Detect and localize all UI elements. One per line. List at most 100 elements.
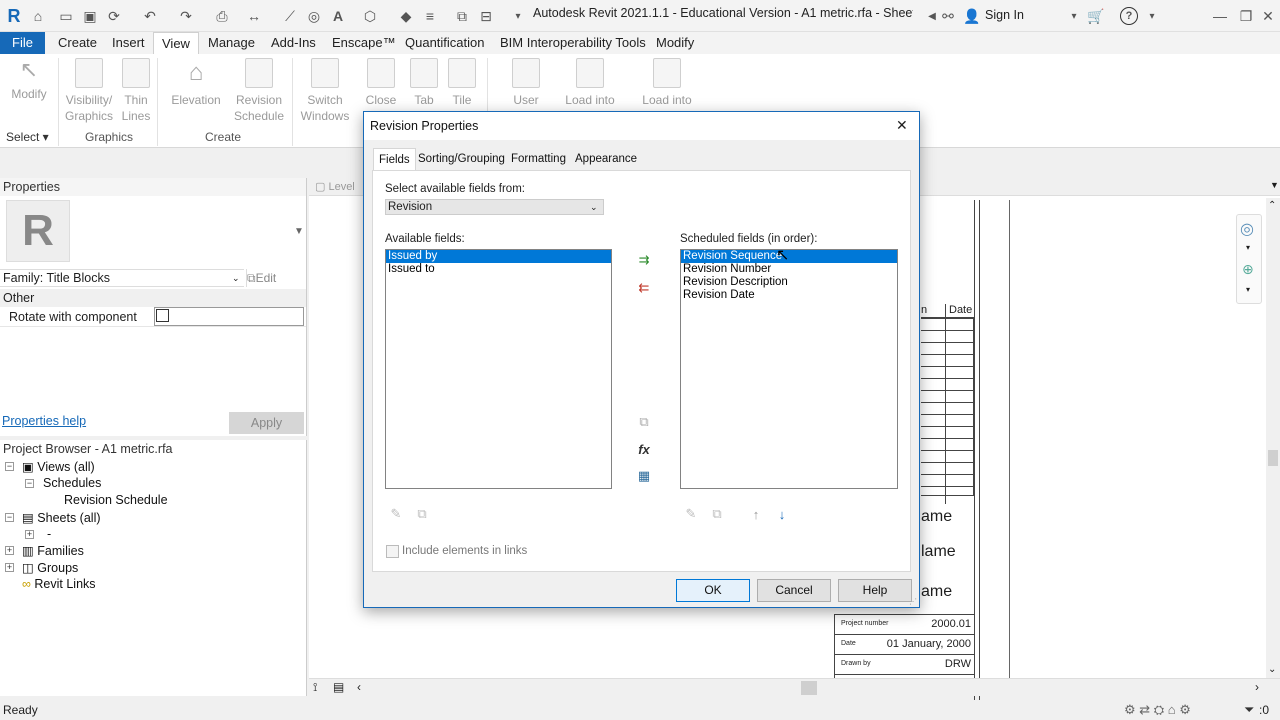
scroll-left-icon[interactable]: ‹ bbox=[357, 680, 361, 694]
remove-field-icon[interactable]: ⇇ bbox=[635, 279, 653, 297]
thin-lines-icon[interactable]: ≡ bbox=[420, 6, 440, 26]
tab-add-ins[interactable]: Add-Ins bbox=[263, 32, 324, 54]
family-selector[interactable]: Family: Title Blocks ⌄ bbox=[0, 269, 244, 287]
load-into-close-button[interactable]: Load into bbox=[636, 54, 698, 108]
delete-scheduled-icon[interactable]: ⧉ bbox=[708, 505, 726, 523]
tab-modify[interactable]: Modify bbox=[648, 32, 702, 54]
scroll-down-icon[interactable]: ⌄ bbox=[1268, 664, 1276, 675]
tag-icon[interactable]: ◎ bbox=[304, 6, 324, 26]
print-icon[interactable]: ⎙ bbox=[212, 6, 232, 26]
vertical-scroll-thumb[interactable] bbox=[1268, 450, 1278, 466]
binoculars-icon[interactable]: ⚯ bbox=[938, 6, 958, 26]
dialog-close-icon[interactable]: ✕ bbox=[896, 117, 908, 134]
tab-appearance[interactable]: Appearance bbox=[570, 148, 642, 170]
switch-windows-button[interactable]: Switch Windows bbox=[298, 54, 352, 124]
select-panel-label[interactable]: Select ▾ bbox=[6, 130, 49, 144]
rotate-with-component-checkbox[interactable] bbox=[156, 309, 169, 322]
list-item[interactable]: Revision Description bbox=[681, 276, 897, 289]
visibility-graphics-button[interactable]: Visibility/ Graphics bbox=[62, 54, 116, 124]
tab-file[interactable]: File bbox=[0, 32, 45, 54]
tree-item-schedules[interactable]: Schedules bbox=[43, 476, 101, 490]
open-icon[interactable]: ▭ bbox=[56, 6, 76, 26]
restore-icon[interactable]: ❐ bbox=[1236, 6, 1256, 26]
tab-formatting[interactable]: Formatting bbox=[506, 148, 571, 170]
tab-fields[interactable]: Fields bbox=[373, 148, 416, 172]
switch-windows-icon[interactable]: ⊟ bbox=[476, 6, 496, 26]
tab-views-button[interactable]: Tab bbox=[406, 54, 442, 108]
expander-families[interactable]: + bbox=[5, 546, 14, 555]
type-selector-dropdown-icon[interactable]: ▼ bbox=[294, 226, 304, 237]
close-hidden-icon[interactable]: ⧉ bbox=[452, 6, 472, 26]
help-icon[interactable]: ? bbox=[1120, 7, 1138, 25]
vertical-scrollbar[interactable]: ⌃ ⌄ bbox=[1266, 198, 1280, 678]
include-links-checkbox[interactable] bbox=[386, 545, 399, 558]
wheel-dropdown-icon[interactable]: ▾ bbox=[1246, 243, 1250, 252]
move-up-icon[interactable]: ↑ bbox=[747, 505, 765, 523]
sign-in-dropdown-icon[interactable]: ▾ bbox=[1064, 6, 1084, 26]
tab-view[interactable]: View bbox=[153, 32, 199, 54]
elevation-button[interactable]: ⌂ Elevation bbox=[168, 54, 224, 108]
list-item[interactable]: Issued by bbox=[386, 250, 611, 263]
edit-type-button[interactable]: ⧉Edit Type bbox=[246, 269, 304, 303]
user-icon[interactable]: 👤 bbox=[962, 6, 982, 26]
delete-parameter-icon[interactable]: ⧉ bbox=[413, 505, 431, 523]
combine-parameters-icon[interactable]: ▦ bbox=[635, 467, 653, 485]
expander-views[interactable]: − bbox=[5, 462, 14, 471]
sign-in-link[interactable]: Sign In bbox=[985, 8, 1024, 22]
tab-enscape[interactable]: Enscape™ bbox=[324, 32, 404, 54]
user-interface-button[interactable]: User bbox=[504, 54, 548, 108]
redo-icon[interactable]: ↷ bbox=[176, 6, 196, 26]
ok-button[interactable]: OK bbox=[676, 579, 750, 602]
tree-item-groups[interactable]: ◫ Groups bbox=[22, 560, 78, 575]
status-tools-icon[interactable]: ⚙ ⇄ ⛭ ⌂ ⚙ bbox=[1124, 700, 1191, 720]
scroll-right-icon[interactable]: › bbox=[1255, 680, 1259, 694]
expander-sheet-item[interactable]: + bbox=[25, 530, 34, 539]
help-dropdown-icon[interactable]: ▾ bbox=[1142, 6, 1162, 26]
tree-item-views[interactable]: ▣ Views (all) bbox=[22, 459, 95, 474]
undo-icon[interactable]: ↶ bbox=[140, 6, 160, 26]
tile-views-button[interactable]: Tile bbox=[444, 54, 480, 108]
save-icon[interactable]: ▣ bbox=[80, 6, 100, 26]
home-icon[interactable]: ⌂ bbox=[28, 6, 48, 26]
horizontal-scroll-thumb[interactable] bbox=[801, 681, 817, 695]
view-tab-dropdown-icon[interactable]: ▼ bbox=[1270, 180, 1279, 190]
tree-item-revision-schedule[interactable]: Revision Schedule bbox=[64, 493, 168, 507]
revit-logo-icon[interactable]: R bbox=[4, 6, 24, 26]
view-control-icon-2[interactable]: ▤ bbox=[333, 680, 344, 694]
apply-button[interactable]: Apply bbox=[229, 412, 304, 434]
expander-groups[interactable]: + bbox=[5, 563, 14, 572]
tree-item-sheet[interactable]: - bbox=[47, 527, 51, 541]
steering-wheel-icon[interactable]: ◎ bbox=[1240, 219, 1254, 239]
view-tab[interactable]: ▢ Level bbox=[315, 180, 355, 193]
section-icon[interactable]: ◆ bbox=[396, 6, 416, 26]
tree-item-families[interactable]: ▥ Families bbox=[22, 543, 84, 558]
load-into-project-button[interactable]: Load into bbox=[560, 54, 620, 108]
tab-sorting-grouping[interactable]: Sorting/Grouping bbox=[413, 148, 510, 170]
edit-scheduled-icon[interactable]: ✎ bbox=[682, 505, 700, 523]
close-window-icon[interactable]: ✕ bbox=[1258, 6, 1278, 26]
help-button[interactable]: Help bbox=[838, 579, 912, 602]
filter-icon[interactable]: ⏷ bbox=[1244, 700, 1254, 720]
tree-item-sheets[interactable]: ▤ Sheets (all) bbox=[22, 510, 101, 525]
tree-item-revit-links[interactable]: ∞ Revit Links bbox=[22, 577, 96, 591]
scheduled-fields-list[interactable]: Revision Sequence Revision Number Revisi… bbox=[680, 249, 898, 489]
resize-grip-icon[interactable]: ⋰ bbox=[909, 597, 917, 606]
minimize-icon[interactable]: — bbox=[1210, 6, 1230, 26]
customize-qa-icon[interactable]: ▾ bbox=[508, 6, 528, 26]
revision-schedule-button[interactable]: Revision Schedule bbox=[230, 54, 288, 124]
expander-schedules[interactable]: − bbox=[25, 479, 34, 488]
zoom-icon[interactable]: ⊕ bbox=[1242, 261, 1254, 278]
tab-create[interactable]: Create bbox=[50, 32, 105, 54]
3d-view-icon[interactable]: ⬡ bbox=[360, 6, 380, 26]
cancel-button[interactable]: Cancel bbox=[757, 579, 831, 602]
sync-icon[interactable]: ⟳ bbox=[104, 6, 124, 26]
tab-manage[interactable]: Manage bbox=[200, 32, 263, 54]
scroll-up-icon[interactable]: ⌃ bbox=[1268, 200, 1276, 211]
edit-parameter-icon[interactable]: ✎ bbox=[387, 505, 405, 523]
add-parameter-icon[interactable]: ⧉ bbox=[635, 413, 653, 431]
view-control-icon[interactable]: ⟟ bbox=[313, 680, 317, 695]
thin-lines-button[interactable]: Thin Lines bbox=[118, 54, 154, 124]
cart-icon[interactable]: 🛒 bbox=[1086, 6, 1106, 26]
tab-bim-interoperability[interactable]: BIM Interoperability Tools bbox=[492, 32, 654, 54]
zoom-dropdown-icon[interactable]: ▾ bbox=[1246, 285, 1250, 294]
